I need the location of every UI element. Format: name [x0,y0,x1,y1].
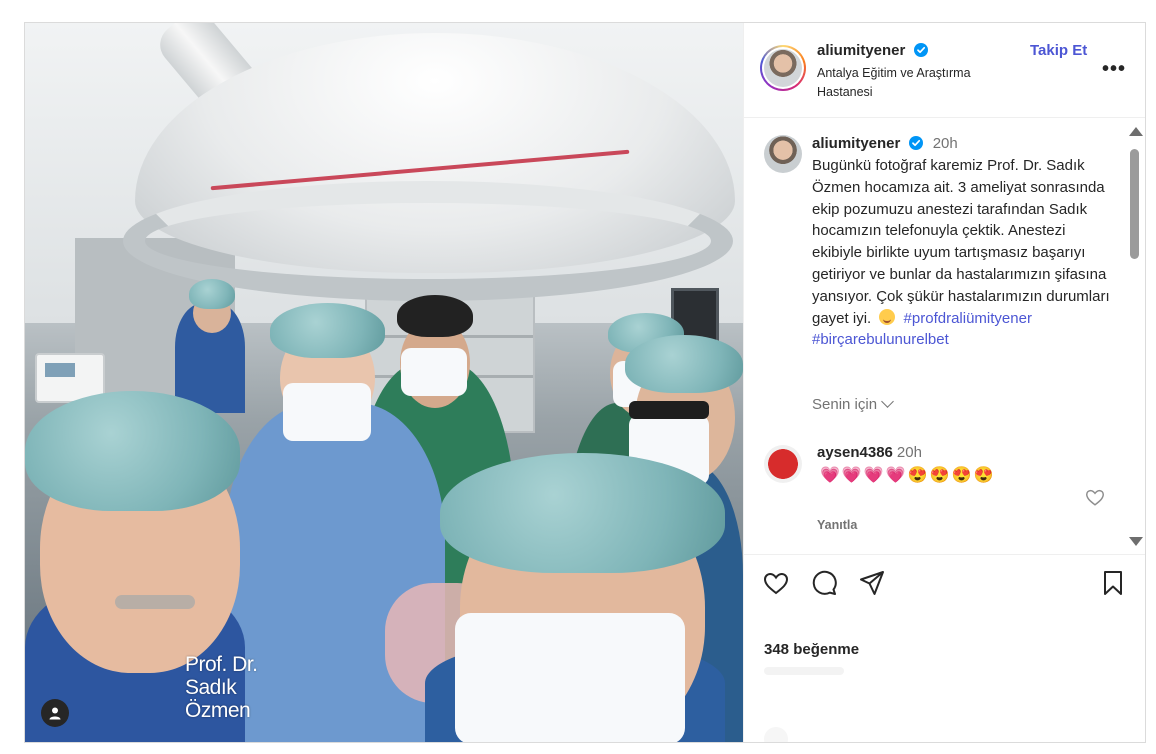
comment-header: aysen4386 20h [817,444,922,461]
caption-username[interactable]: aliumityener [812,135,900,152]
post-image[interactable]: Prof. Dr. Sadık Özmen [25,23,743,742]
comment-heart-icon[interactable] [1084,486,1106,508]
overlay-line-3: Özmen [185,699,251,722]
user-tag-button[interactable] [41,699,69,727]
translation-toggle[interactable]: Senin için [812,395,894,413]
post-header: aliumityener Antalya Eğitim ve Araştırma… [744,23,1145,118]
smiling-face-emoji-icon [879,308,896,325]
post-side-panel: aliumityener Antalya Eğitim ve Araştırma… [743,23,1145,742]
post-date-placeholder [764,667,844,675]
comments-scrollbar[interactable] [1126,127,1143,549]
author-avatar[interactable] [760,45,806,91]
scroll-down-arrow-icon[interactable] [1129,537,1143,546]
hashtag-link[interactable]: #birçarebulunurelbet [812,331,949,348]
user-tag-icon [49,707,61,720]
follow-button[interactable]: Takip Et [1030,42,1087,59]
caption-text: Bugünkü fotoğraf karemiz Prof. Dr. Sadık… [812,157,1110,327]
scroll-up-arrow-icon[interactable] [1129,127,1143,136]
post-actions: 348 beğenme [744,554,1145,742]
scroll-thumb[interactable] [1130,149,1139,259]
translation-label[interactable]: Senin için [812,396,877,413]
caption-text-block: Bugünkü fotoğraf karemiz Prof. Dr. Sadık… [812,155,1112,351]
comment-icon[interactable] [810,569,838,597]
comment-username[interactable]: aysen4386 [817,444,893,461]
image-text-overlay: Prof. Dr. Sadık Özmen [185,653,258,722]
chevron-down-icon [881,395,894,408]
emoji-picker-button[interactable] [764,727,788,742]
commenter-avatar[interactable] [764,445,802,483]
overlay-line-1: Prof. Dr. [185,653,258,676]
bookmark-icon[interactable] [1099,569,1127,597]
more-options-button[interactable]: ••• [1102,59,1126,79]
caption-header: aliumityener 20h [812,135,958,152]
reply-button[interactable]: Yanıtla [817,518,857,532]
post-location[interactable]: Antalya Eğitim ve Araştırma Hastanesi [817,64,1017,102]
like-count[interactable]: 348 beğenme [764,641,859,658]
comment-time: 20h [896,444,922,461]
send-icon[interactable] [858,569,886,597]
hashtag-link[interactable]: #profdraliümityener [904,310,1032,327]
verified-badge-icon [913,43,928,57]
author-username[interactable]: aliumityener [817,42,928,59]
verified-badge-icon [908,136,923,150]
caption-avatar[interactable] [764,135,802,173]
comment-text: 💗💗💗💗😍😍😍😍 [820,467,996,484]
overlay-line-2: Sadık [185,676,237,699]
author-username-text[interactable]: aliumityener [817,42,905,59]
post-dialog: Prof. Dr. Sadık Özmen aliumityener Antal… [24,22,1146,743]
heart-icon[interactable] [762,569,790,597]
caption-time: 20h [932,135,958,152]
comments-section[interactable]: aliumityener 20h Bugünkü fotoğraf karemi… [744,119,1145,554]
